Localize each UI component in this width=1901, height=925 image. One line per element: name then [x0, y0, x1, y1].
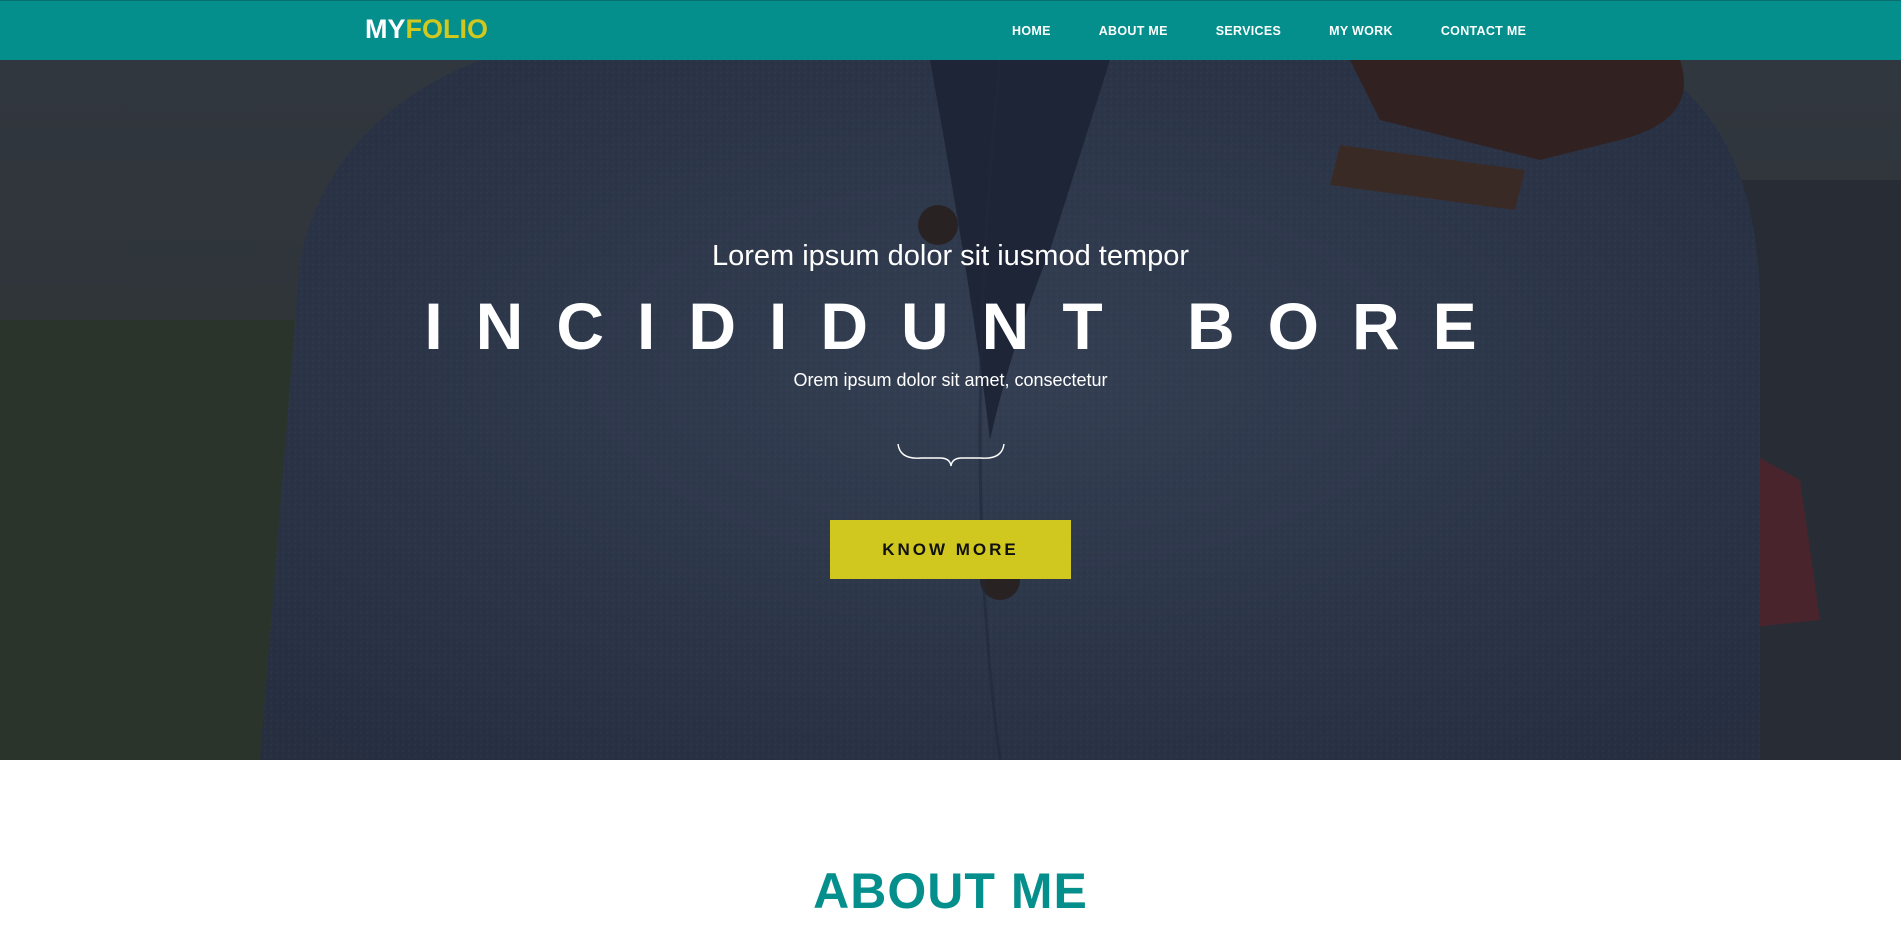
nav-link-about-me[interactable]: ABOUT ME	[1099, 24, 1168, 38]
nav-link-services[interactable]: SERVICES	[1216, 24, 1281, 38]
nav-link-home[interactable]: HOME	[1012, 24, 1051, 38]
hero-section: Lorem ipsum dolor sit iusmod tempor INCI…	[0, 60, 1901, 760]
navbar: MYFOLIO HOME ABOUT ME SERVICES MY WORK C…	[0, 0, 1901, 60]
logo[interactable]: MYFOLIO	[365, 14, 488, 44]
nav-menu: HOME ABOUT ME SERVICES MY WORK CONTACT M…	[1012, 1, 1526, 61]
hero-title: INCIDIDUNT BORE	[424, 289, 1510, 363]
hero-description: Orem ipsum dolor sit amet, consectetur	[793, 370, 1108, 390]
curly-brace-divider-icon	[897, 443, 1005, 467]
logo-my: MY	[365, 14, 406, 44]
nav-link-contact-me[interactable]: CONTACT ME	[1441, 24, 1526, 38]
logo-folio: FOLIO	[405, 14, 489, 44]
know-more-button[interactable]: KNOW MORE	[830, 520, 1071, 579]
hero-subtitle: Lorem ipsum dolor sit iusmod tempor	[711, 240, 1190, 272]
about-section-title: ABOUT ME	[813, 863, 1088, 919]
hero-content: Lorem ipsum dolor sit iusmod tempor INCI…	[0, 60, 1901, 760]
nav-link-my-work[interactable]: MY WORK	[1329, 24, 1393, 38]
